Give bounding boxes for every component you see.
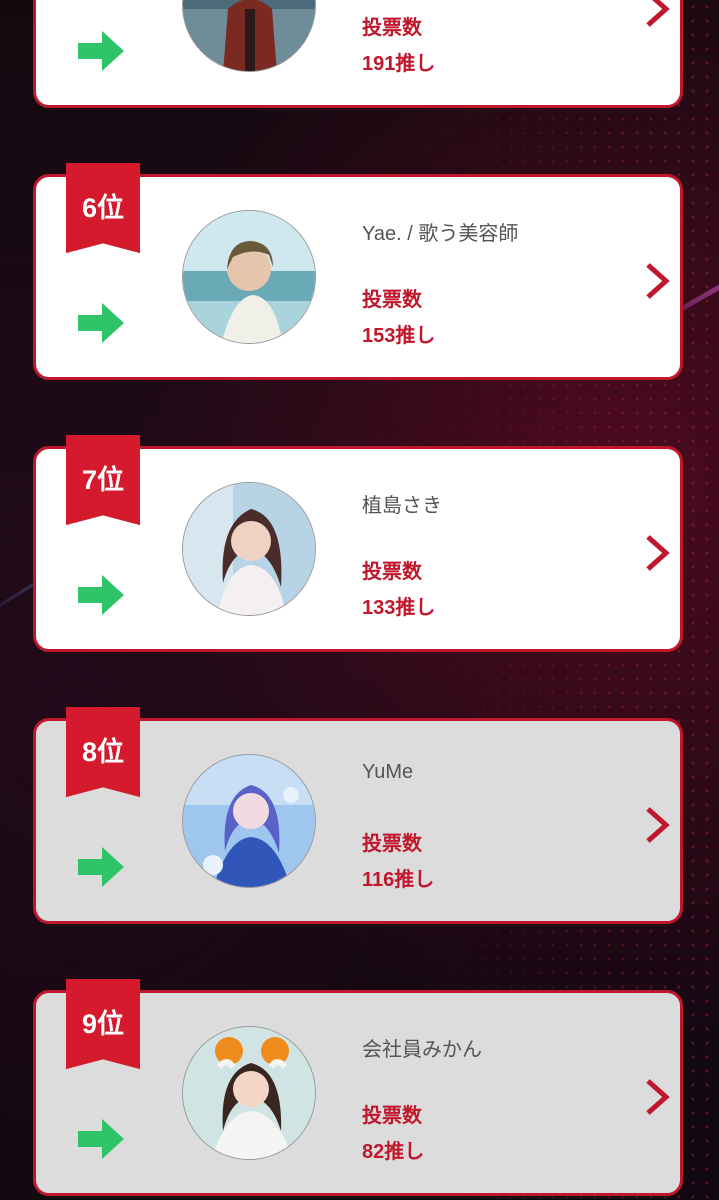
vote-count: 153推し [362,325,436,347]
member-name: 会社員みかん [362,1039,482,1061]
vote-label: 投票数 [362,17,422,39]
rank-ribbon: 6位 [66,163,140,254]
avatar [182,482,316,616]
ranking-card[interactable]: 投票数 191推し [33,0,683,108]
arrow-right-icon [78,847,124,887]
rank-label: 6位 [81,192,125,223]
member-name: Yae. / 歌う美容師 [362,223,519,245]
vote-count: 133推し [362,597,436,619]
vote-label: 投票数 [362,289,422,311]
vote-label: 投票数 [362,1105,422,1127]
avatar [182,210,316,344]
rank-ribbon: 7位 [66,435,140,526]
chevron-right-icon[interactable] [644,533,670,573]
vote-count: 82推し [362,1141,425,1163]
rank-label: 8位 [81,736,125,767]
chevron-right-icon[interactable] [644,805,670,845]
ranking-card[interactable]: 8位 YuMe 投票数 116推し [33,707,683,924]
rank-label: 7位 [81,464,125,495]
rank-label: 9位 [81,1008,125,1039]
chevron-right-icon[interactable] [644,261,670,301]
rank-ribbon: 8位 [66,707,140,798]
vote-count: 191推し [362,53,436,75]
avatar [182,0,316,72]
chevron-right-icon[interactable] [644,0,670,29]
arrow-right-icon [78,303,124,343]
arrow-right-icon [78,575,124,615]
avatar [182,754,316,888]
member-name: YuMe [362,761,414,783]
ranking-card[interactable]: 6位 Yae. / 歌う美容師 投票数 153推し [33,163,683,380]
ranking-card[interactable]: 7位 植島さき 投票数 133推し [33,435,683,652]
member-name: 植島さき [362,495,442,517]
ranking-list: 投票数 191推し 6位 Yae. / 歌う美容師 投票数 153推し 7位 植… [0,0,719,1200]
arrow-right-icon [78,1119,124,1159]
vote-label: 投票数 [362,833,422,855]
avatar [182,1026,316,1160]
arrow-right-icon [78,31,124,71]
chevron-right-icon[interactable] [644,1077,670,1117]
vote-label: 投票数 [362,561,422,583]
rank-ribbon: 9位 [66,979,140,1070]
vote-count: 116推し [362,869,435,891]
ranking-card[interactable]: 9位 会社員みかん 投票数 82推し [33,979,683,1196]
